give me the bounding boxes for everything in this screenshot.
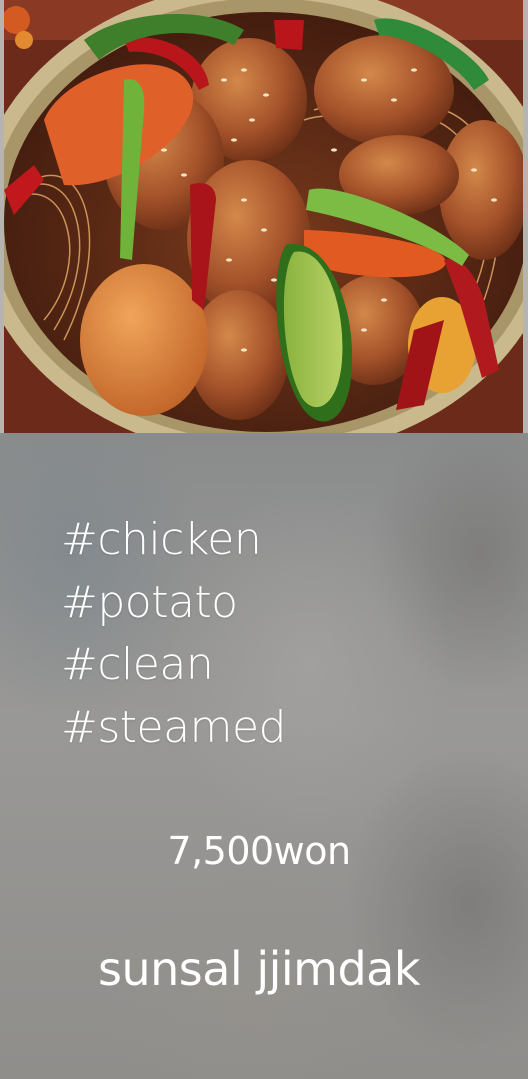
hashtag-list: #chicken #potato #clean #steamed <box>61 509 286 759</box>
hashtag-item: #clean <box>61 639 214 690</box>
dish-photo <box>4 0 523 433</box>
hashtag-item: #potato <box>61 576 238 628</box>
dish-name: sunsal jjimdak <box>97 942 421 996</box>
price-label: 7,500won <box>167 829 351 873</box>
braised-chicken-dish-image <box>4 0 523 433</box>
hashtag-item: #chicken <box>61 514 262 565</box>
hashtag-item: #steamed <box>61 701 286 753</box>
right-edge-strip <box>523 0 528 433</box>
